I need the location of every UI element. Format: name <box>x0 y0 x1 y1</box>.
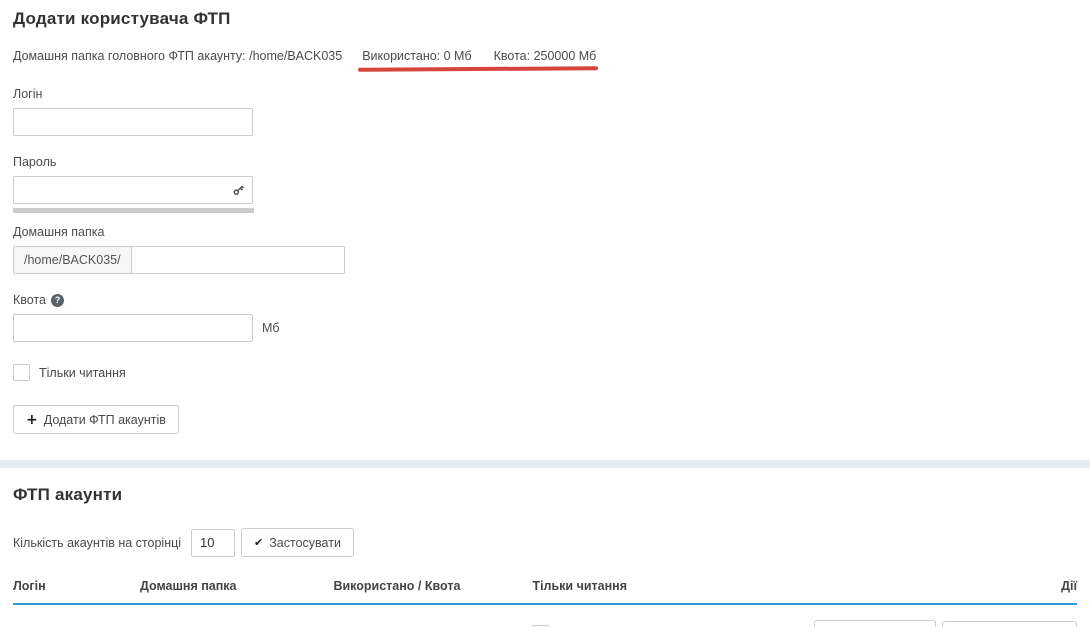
home-folder-input[interactable] <box>131 246 345 274</box>
password-input[interactable] <box>13 176 253 204</box>
ftp-accounts-title: ФТП акаунти <box>13 485 1077 505</box>
page-title: Додати користувача ФТП <box>13 9 1077 29</box>
accounts-table: Логін Домашня папка Використано / Квота … <box>13 573 1077 627</box>
login-field-group: Логін <box>13 87 1077 136</box>
readonly-checkbox[interactable] <box>13 364 30 381</box>
quota-field-group: Квота ? Мб <box>13 293 1077 342</box>
apply-button-label: Застосувати <box>269 536 341 550</box>
generate-password-key-icon[interactable] <box>232 184 245 197</box>
login-input[interactable] <box>13 108 253 136</box>
add-ftp-user-panel: Додати користувача ФТП Домашня папка гол… <box>0 0 1090 460</box>
change-quota-button[interactable]: ✎ Змінити квоту <box>814 620 936 627</box>
readonly-option-row: Тільки читання <box>13 364 1077 381</box>
row-home-folder-text: /home/BACK035/sites/ <box>140 604 334 627</box>
add-ftp-accounts-button-label: Додати ФТП акаунтів <box>44 413 166 427</box>
main-home-folder-text: Домашня папка головного ФТП акаунту: /ho… <box>13 49 342 63</box>
home-folder-input-group: /home/BACK035/ <box>13 246 345 274</box>
home-folder-label: Домашня папка <box>13 225 1077 239</box>
change-password-button[interactable]: Змінити пароль <box>942 621 1077 627</box>
usage-quota-highlight: Використано: 0 Мб Квота: 250000 Мб <box>362 49 596 63</box>
red-marker-underline <box>358 66 598 71</box>
password-input-wrap <box>13 176 253 204</box>
quota-input[interactable] <box>13 314 253 342</box>
home-folder-prefix: /home/BACK035/ <box>13 246 131 274</box>
plus-icon: + <box>26 413 38 427</box>
ftp-accounts-panel: ФТП акаунти Кількість акаунтів на сторін… <box>0 468 1090 627</box>
login-label: Логін <box>13 87 1077 101</box>
account-summary-line: Домашня папка головного ФТП акаунту: /ho… <box>13 49 1077 63</box>
quota-help-icon[interactable]: ? <box>51 294 64 307</box>
quota-amount-text: Квота: 250000 Мб <box>494 49 597 63</box>
header-actions: Дії <box>808 573 1077 604</box>
home-folder-field-group: Домашня папка /home/BACK035/ <box>13 225 1077 274</box>
apply-button[interactable]: ✔ Застосувати <box>241 528 354 557</box>
used-amount-text: Використано: 0 Мб <box>362 49 471 63</box>
password-strength-bar <box>13 208 254 213</box>
header-login: Логін <box>13 573 140 604</box>
per-page-input[interactable] <box>191 529 235 557</box>
readonly-label: Тільки читання <box>39 366 126 380</box>
per-page-row: Кількість акаунтів на сторінці ✔ Застосу… <box>13 528 1077 557</box>
quota-unit-label: Мб <box>262 321 280 335</box>
page: Додати користувача ФТП Домашня папка гол… <box>0 0 1090 627</box>
table-row: ? BACK035 /home/BACK035/sites/ 232408.86… <box>13 604 1077 627</box>
quota-label: Квота <box>13 293 46 307</box>
per-page-label: Кількість акаунтів на сторінці <box>13 536 181 550</box>
check-icon: ✔ <box>254 537 263 548</box>
add-ftp-accounts-button[interactable]: + Додати ФТП акаунтів <box>13 405 179 434</box>
header-used-quota: Використано / Квота <box>333 573 532 604</box>
header-home-folder: Домашня папка <box>140 573 334 604</box>
password-field-group: Пароль <box>13 155 1077 213</box>
header-readonly: Тільки читання <box>532 573 808 604</box>
table-header-row: Логін Домашня папка Використано / Квота … <box>13 573 1077 604</box>
section-divider <box>0 460 1090 468</box>
password-label: Пароль <box>13 155 1077 169</box>
